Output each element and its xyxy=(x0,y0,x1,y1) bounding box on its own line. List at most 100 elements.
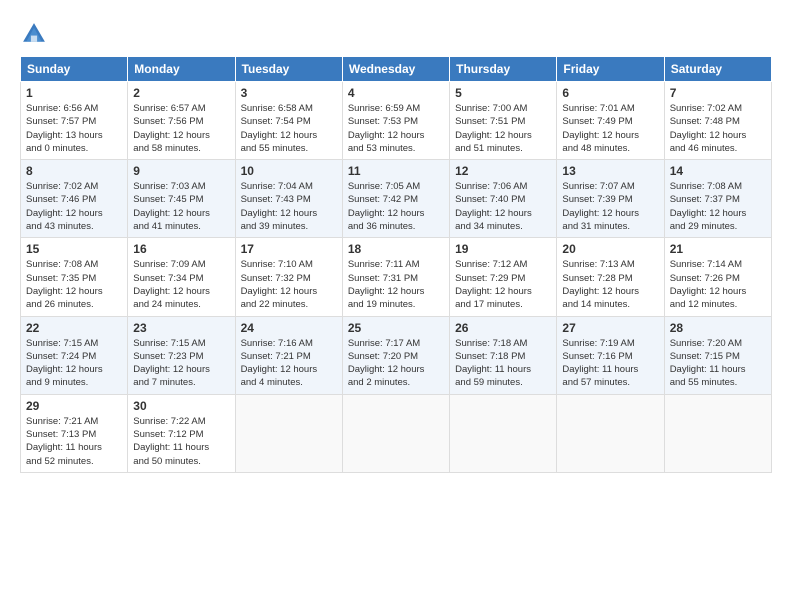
day-info: Sunrise: 7:08 AM Sunset: 7:37 PM Dayligh… xyxy=(670,180,766,233)
day-number: 14 xyxy=(670,164,766,178)
day-info: Sunrise: 7:18 AM Sunset: 7:18 PM Dayligh… xyxy=(455,337,551,390)
calendar-cell xyxy=(235,394,342,472)
day-number: 8 xyxy=(26,164,122,178)
calendar-cell: 8 Sunrise: 7:02 AM Sunset: 7:46 PM Daylig… xyxy=(21,160,128,238)
day-info: Sunrise: 7:01 AM Sunset: 7:49 PM Dayligh… xyxy=(562,102,658,155)
day-number: 16 xyxy=(133,242,229,256)
calendar-cell: 28 Sunrise: 7:20 AM Sunset: 7:15 PM Dayli… xyxy=(664,316,771,394)
calendar-cell: 27 Sunrise: 7:19 AM Sunset: 7:16 PM Dayli… xyxy=(557,316,664,394)
day-number: 10 xyxy=(241,164,337,178)
calendar-cell xyxy=(342,394,449,472)
day-info: Sunrise: 6:56 AM Sunset: 7:57 PM Dayligh… xyxy=(26,102,122,155)
day-info: Sunrise: 6:58 AM Sunset: 7:54 PM Dayligh… xyxy=(241,102,337,155)
calendar-week-row: 15Sunrise: 7:08 AM Sunset: 7:35 PM Dayli… xyxy=(21,238,772,316)
day-number: 5 xyxy=(455,86,551,100)
calendar-cell: 2 Sunrise: 6:57 AM Sunset: 7:56 PM Daylig… xyxy=(128,82,235,160)
calendar-cell xyxy=(557,394,664,472)
day-number: 13 xyxy=(562,164,658,178)
calendar-cell xyxy=(450,394,557,472)
day-number: 1 xyxy=(26,86,122,100)
calendar-cell: 25 Sunrise: 7:17 AM Sunset: 7:20 PM Dayli… xyxy=(342,316,449,394)
day-number: 23 xyxy=(133,321,229,335)
day-number: 22 xyxy=(26,321,122,335)
calendar-cell xyxy=(664,394,771,472)
calendar-cell: 14 Sunrise: 7:08 AM Sunset: 7:37 PM Dayli… xyxy=(664,160,771,238)
calendar-cell: 12 Sunrise: 7:06 AM Sunset: 7:40 PM Dayli… xyxy=(450,160,557,238)
day-info: Sunrise: 7:20 AM Sunset: 7:15 PM Dayligh… xyxy=(670,337,766,390)
calendar-cell: 16 Sunrise: 7:09 AM Sunset: 7:34 PM Dayli… xyxy=(128,238,235,316)
day-info: Sunrise: 7:08 AM Sunset: 7:35 PM Dayligh… xyxy=(26,258,122,311)
calendar-cell: 19 Sunrise: 7:12 AM Sunset: 7:29 PM Dayli… xyxy=(450,238,557,316)
day-info: Sunrise: 7:11 AM Sunset: 7:31 PM Dayligh… xyxy=(348,258,444,311)
day-number: 27 xyxy=(562,321,658,335)
day-number: 28 xyxy=(670,321,766,335)
calendar-week-row: 22 Sunrise: 7:15 AM Sunset: 7:24 PM Dayli… xyxy=(21,316,772,394)
calendar-cell: 23 Sunrise: 7:15 AM Sunset: 7:23 PM Dayli… xyxy=(128,316,235,394)
calendar-cell: 18 Sunrise: 7:11 AM Sunset: 7:31 PM Dayli… xyxy=(342,238,449,316)
day-info: Sunrise: 7:03 AM Sunset: 7:45 PM Dayligh… xyxy=(133,180,229,233)
page-container: SundayMondayTuesdayWednesdayThursdayFrid… xyxy=(0,0,792,483)
calendar-cell: 5Sunrise: 7:00 AM Sunset: 7:51 PM Daylig… xyxy=(450,82,557,160)
col-header-sunday: Sunday xyxy=(21,57,128,82)
calendar-cell: 24 Sunrise: 7:16 AM Sunset: 7:21 PM Dayli… xyxy=(235,316,342,394)
day-info: Sunrise: 7:02 AM Sunset: 7:46 PM Dayligh… xyxy=(26,180,122,233)
day-number: 25 xyxy=(348,321,444,335)
day-number: 30 xyxy=(133,399,229,413)
day-number: 19 xyxy=(455,242,551,256)
day-number: 4 xyxy=(348,86,444,100)
calendar-week-row: 8 Sunrise: 7:02 AM Sunset: 7:46 PM Daylig… xyxy=(21,160,772,238)
day-info: Sunrise: 7:22 AM Sunset: 7:12 PM Dayligh… xyxy=(133,415,229,468)
calendar-cell: 4 Sunrise: 6:59 AM Sunset: 7:53 PM Daylig… xyxy=(342,82,449,160)
day-number: 6 xyxy=(562,86,658,100)
day-info: Sunrise: 6:57 AM Sunset: 7:56 PM Dayligh… xyxy=(133,102,229,155)
day-number: 29 xyxy=(26,399,122,413)
logo-icon xyxy=(20,20,48,48)
calendar-cell: 10Sunrise: 7:04 AM Sunset: 7:43 PM Dayli… xyxy=(235,160,342,238)
calendar-table: SundayMondayTuesdayWednesdayThursdayFrid… xyxy=(20,56,772,473)
day-info: Sunrise: 7:13 AM Sunset: 7:28 PM Dayligh… xyxy=(562,258,658,311)
day-info: Sunrise: 7:19 AM Sunset: 7:16 PM Dayligh… xyxy=(562,337,658,390)
calendar-cell: 17 Sunrise: 7:10 AM Sunset: 7:32 PM Dayli… xyxy=(235,238,342,316)
day-info: Sunrise: 7:15 AM Sunset: 7:23 PM Dayligh… xyxy=(133,337,229,390)
logo xyxy=(20,20,50,48)
day-number: 21 xyxy=(670,242,766,256)
day-info: Sunrise: 7:12 AM Sunset: 7:29 PM Dayligh… xyxy=(455,258,551,311)
day-number: 12 xyxy=(455,164,551,178)
calendar-cell: 3 Sunrise: 6:58 AM Sunset: 7:54 PM Daylig… xyxy=(235,82,342,160)
calendar-cell: 9 Sunrise: 7:03 AM Sunset: 7:45 PM Daylig… xyxy=(128,160,235,238)
day-info: Sunrise: 7:15 AM Sunset: 7:24 PM Dayligh… xyxy=(26,337,122,390)
calendar-week-row: 29Sunrise: 7:21 AM Sunset: 7:13 PM Dayli… xyxy=(21,394,772,472)
col-header-friday: Friday xyxy=(557,57,664,82)
col-header-monday: Monday xyxy=(128,57,235,82)
day-info: Sunrise: 7:05 AM Sunset: 7:42 PM Dayligh… xyxy=(348,180,444,233)
day-info: Sunrise: 7:10 AM Sunset: 7:32 PM Dayligh… xyxy=(241,258,337,311)
day-number: 24 xyxy=(241,321,337,335)
calendar-cell: 11 Sunrise: 7:05 AM Sunset: 7:42 PM Dayli… xyxy=(342,160,449,238)
calendar-cell: 21Sunrise: 7:14 AM Sunset: 7:26 PM Dayli… xyxy=(664,238,771,316)
day-info: Sunrise: 6:59 AM Sunset: 7:53 PM Dayligh… xyxy=(348,102,444,155)
day-number: 11 xyxy=(348,164,444,178)
day-number: 9 xyxy=(133,164,229,178)
day-info: Sunrise: 7:16 AM Sunset: 7:21 PM Dayligh… xyxy=(241,337,337,390)
header xyxy=(20,16,772,48)
day-number: 2 xyxy=(133,86,229,100)
calendar-cell: 1 Sunrise: 6:56 AM Sunset: 7:57 PM Daylig… xyxy=(21,82,128,160)
day-info: Sunrise: 7:06 AM Sunset: 7:40 PM Dayligh… xyxy=(455,180,551,233)
day-info: Sunrise: 7:07 AM Sunset: 7:39 PM Dayligh… xyxy=(562,180,658,233)
day-info: Sunrise: 7:09 AM Sunset: 7:34 PM Dayligh… xyxy=(133,258,229,311)
calendar-cell: 29Sunrise: 7:21 AM Sunset: 7:13 PM Dayli… xyxy=(21,394,128,472)
calendar-cell: 26 Sunrise: 7:18 AM Sunset: 7:18 PM Dayli… xyxy=(450,316,557,394)
day-number: 26 xyxy=(455,321,551,335)
calendar-cell: 7Sunrise: 7:02 AM Sunset: 7:48 PM Daylig… xyxy=(664,82,771,160)
col-header-tuesday: Tuesday xyxy=(235,57,342,82)
day-info: Sunrise: 7:17 AM Sunset: 7:20 PM Dayligh… xyxy=(348,337,444,390)
calendar-cell: 15Sunrise: 7:08 AM Sunset: 7:35 PM Dayli… xyxy=(21,238,128,316)
col-header-wednesday: Wednesday xyxy=(342,57,449,82)
day-number: 3 xyxy=(241,86,337,100)
col-header-saturday: Saturday xyxy=(664,57,771,82)
calendar-cell: 6 Sunrise: 7:01 AM Sunset: 7:49 PM Daylig… xyxy=(557,82,664,160)
day-number: 18 xyxy=(348,242,444,256)
col-header-thursday: Thursday xyxy=(450,57,557,82)
calendar-header-row: SundayMondayTuesdayWednesdayThursdayFrid… xyxy=(21,57,772,82)
day-number: 17 xyxy=(241,242,337,256)
